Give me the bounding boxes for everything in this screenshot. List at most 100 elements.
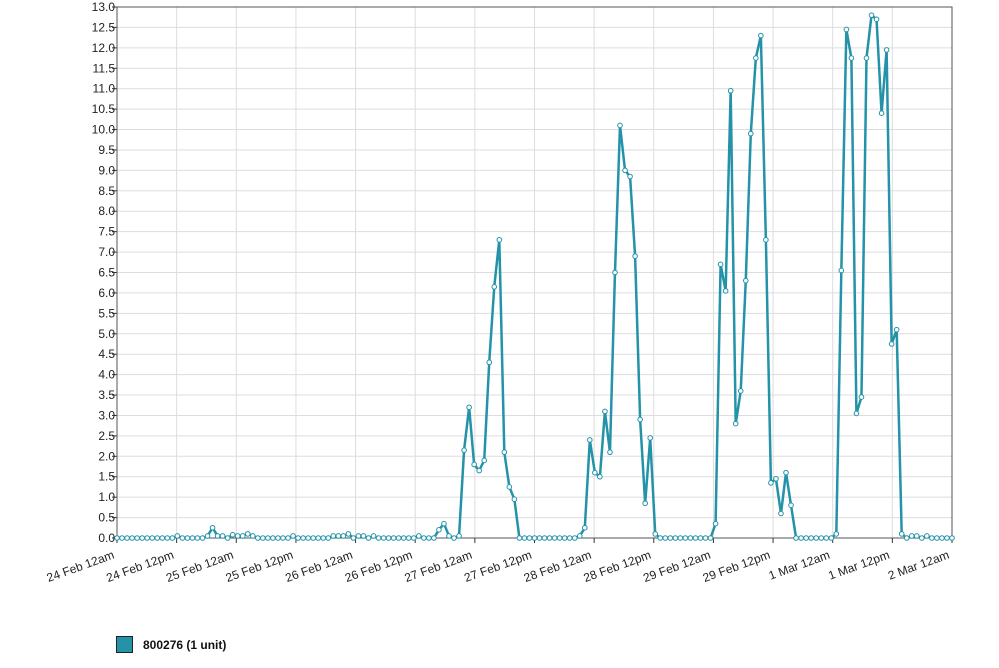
data-point (632, 253, 638, 259)
data-point (919, 535, 925, 541)
data-point (310, 535, 316, 541)
data-point (395, 535, 402, 541)
data-point (898, 531, 905, 537)
data-point (838, 267, 845, 274)
y-tick-label: 9.0 (98, 163, 115, 177)
data-point (592, 469, 598, 476)
data-point (436, 527, 442, 533)
data-point (541, 535, 548, 541)
data-point (139, 535, 145, 541)
data-point (893, 326, 900, 333)
y-tick-label: 11.0 (93, 82, 116, 96)
data-point (511, 496, 518, 502)
x-tick-label: 2 Mar 12am (886, 548, 951, 583)
data-point (823, 535, 830, 541)
data-point (421, 535, 427, 541)
y-tick-label: 5.5 (98, 306, 115, 320)
data-point (858, 394, 865, 400)
data-point (587, 437, 593, 443)
data-point (330, 533, 337, 539)
x-tick-label: 28 Feb 12am (522, 548, 593, 585)
data-point (441, 520, 447, 527)
y-tick-label: 4.0 (98, 368, 115, 382)
data-point (214, 533, 221, 539)
data-point (808, 535, 814, 541)
data-point (647, 435, 653, 441)
data-point (526, 535, 533, 541)
y-tick-label: 3.5 (98, 388, 115, 402)
data-point (828, 535, 835, 541)
data-point (863, 55, 870, 61)
data-point (682, 535, 689, 541)
data-point (622, 167, 628, 174)
data-point (491, 283, 498, 290)
y-tick-label: 10.5 (92, 102, 116, 116)
data-point (244, 531, 251, 537)
data-point (355, 533, 362, 539)
data-point (642, 500, 648, 507)
data-point (536, 535, 543, 541)
axes (112, 6, 953, 543)
x-tick-label: 26 Feb 12am (283, 548, 354, 585)
data-point (129, 535, 135, 541)
y-tick-label: 5.0 (98, 327, 115, 341)
data-point (476, 467, 482, 474)
data-point (496, 237, 503, 243)
data-point (300, 535, 306, 541)
data-point (778, 510, 784, 517)
data-point (878, 110, 885, 116)
data-point (868, 12, 875, 18)
data-point (853, 410, 860, 417)
data-point (194, 535, 201, 541)
data-point (224, 535, 231, 541)
data-point (204, 533, 211, 539)
data-point (350, 535, 357, 541)
y-tick-label: 2.5 (98, 429, 115, 443)
data-point (290, 533, 296, 539)
data-point (667, 535, 674, 541)
y-tick-label: 4.5 (98, 347, 115, 361)
y-tick-label: 12.0 (92, 41, 116, 55)
data-point (295, 535, 301, 541)
data-point (697, 535, 704, 541)
line-chart: 0.0 0.5 1.0 1.5 2.0 2.5 3.0 3.5 4.0 4.5 5.0 5.5 6.0 6… (45, 0, 955, 585)
y-tick-label: 8.5 (98, 184, 115, 198)
data-point (798, 535, 804, 541)
data-point (742, 277, 749, 284)
data-point (280, 535, 286, 541)
data-point (169, 535, 176, 541)
y-tick-label: 8.0 (98, 204, 115, 218)
data-point (340, 533, 347, 539)
data-point (597, 473, 603, 480)
data-point (365, 535, 372, 541)
data-point (687, 535, 694, 541)
data-point (521, 535, 528, 541)
data-point (768, 480, 774, 486)
data-point (803, 535, 809, 541)
x-tick-label: 27 Feb 12am (403, 548, 474, 585)
data-point (285, 535, 291, 541)
y-tick-label: 3.0 (98, 408, 115, 422)
data-point (939, 535, 945, 541)
data-point (426, 535, 432, 541)
data-point (702, 535, 709, 541)
data-point (657, 535, 664, 541)
data-point (818, 535, 825, 541)
data-point (335, 533, 342, 539)
data-point (717, 261, 724, 268)
data-point (722, 288, 729, 294)
data-point (174, 533, 181, 539)
data-point (576, 533, 583, 539)
y-tick-label: 10.0 (92, 123, 116, 137)
data-point (758, 32, 764, 39)
data-point (149, 535, 156, 541)
data-point (134, 535, 140, 541)
y-tick-label: 9.5 (98, 143, 115, 157)
data-point (405, 535, 412, 541)
data-point (370, 533, 377, 539)
data-point (949, 535, 955, 541)
data-point (250, 533, 256, 539)
data-point (431, 535, 437, 541)
data-point (913, 533, 920, 539)
data-point (551, 535, 558, 541)
